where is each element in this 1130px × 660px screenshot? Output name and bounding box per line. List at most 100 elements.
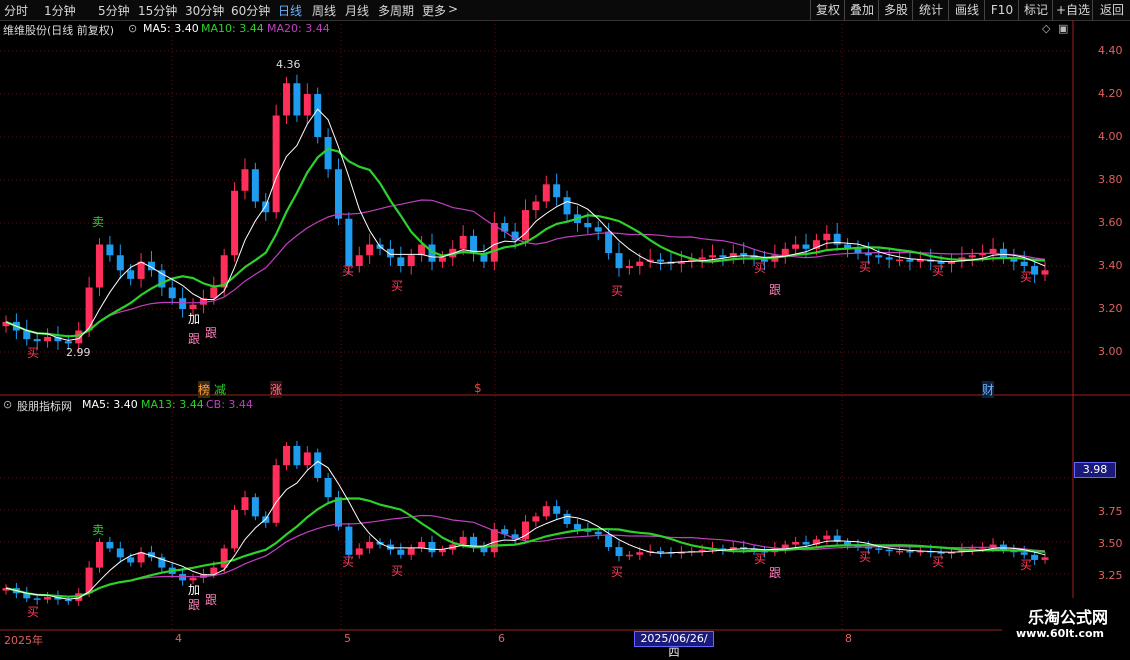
event-jian[interactable]: 减 <box>214 381 226 398</box>
ytick: 4.20 <box>1098 87 1123 100</box>
legend-sub-ma5: MA5: 3.40 <box>82 398 138 411</box>
sub-candle <box>573 524 581 530</box>
main-candle <box>324 137 332 170</box>
chevron-down-icon[interactable]: ⊙ <box>128 22 137 35</box>
signal-buy: 买 <box>859 550 872 564</box>
legend-sub-cb: CB: 3.44 <box>206 398 253 411</box>
main-candle <box>251 169 259 202</box>
sub-candle <box>137 552 145 563</box>
main-candle <box>345 218 353 266</box>
sub-candle <box>324 478 332 498</box>
sub-candle <box>802 542 810 545</box>
ytick: 3.60 <box>1098 216 1123 229</box>
main-candle <box>605 231 613 254</box>
main-candle <box>657 259 665 262</box>
sub-candle <box>615 547 623 557</box>
sub-candle <box>303 452 311 466</box>
main-panel-title: 维维股份(日线 前复权) <box>3 24 115 37</box>
ytick: 3.80 <box>1098 173 1123 186</box>
main-candle <box>563 197 571 215</box>
main-candle <box>355 255 363 266</box>
main-candle <box>802 244 810 249</box>
sub-candle <box>490 529 498 553</box>
ma10-line <box>5 147 1046 338</box>
main-candle <box>875 255 883 258</box>
ytick: 4.40 <box>1098 44 1123 57</box>
main-candle <box>885 257 893 260</box>
sub-candle <box>116 548 124 558</box>
main-candle <box>906 259 914 262</box>
main-candle <box>303 94 311 116</box>
ytick: 3.00 <box>1098 345 1123 358</box>
main-candle <box>293 83 301 116</box>
sub-candle <box>355 548 363 555</box>
event-zhang[interactable]: 涨 <box>270 381 283 398</box>
ytick: 3.50 <box>1098 537 1123 550</box>
main-candle <box>989 248 997 254</box>
signal-add: 加 <box>188 312 201 326</box>
main-candle <box>137 261 145 279</box>
event-dollar[interactable]: $ <box>474 381 482 395</box>
sub-candle <box>844 542 852 545</box>
sub-candle <box>251 497 259 517</box>
low-price-label: 2.99 <box>66 346 91 359</box>
date-label: 8 <box>845 632 852 645</box>
sub-candle <box>1041 557 1049 560</box>
signal-buy: 买 <box>932 555 945 569</box>
event-bang[interactable]: 榜 <box>198 381 211 398</box>
main-candle <box>719 255 727 258</box>
main-candle <box>262 201 270 213</box>
main-candle <box>490 223 498 262</box>
sub-candle <box>542 506 550 517</box>
sub-candle <box>334 497 342 527</box>
signal-buy: 买 <box>342 555 355 569</box>
main-candle <box>594 227 602 232</box>
watermark-title: 乐淘公式网 <box>1028 608 1109 627</box>
main-candle <box>283 83 291 116</box>
main-candle <box>179 298 187 309</box>
main-candle <box>999 248 1007 258</box>
main-candle <box>553 184 561 198</box>
signal-follow: 跟 <box>205 326 218 340</box>
main-candle <box>127 270 135 279</box>
sub-candle <box>906 550 914 553</box>
main-candle <box>542 184 550 202</box>
main-candle <box>896 259 904 262</box>
panel-toggle-icon[interactable]: ▣ <box>1058 22 1068 35</box>
signal-sell: 卖 <box>92 523 105 537</box>
main-candle <box>231 190 239 256</box>
signal-buy: 买 <box>754 552 767 566</box>
main-candle <box>272 115 280 213</box>
watermark-url: www.60lt.com <box>1016 627 1105 640</box>
event-cai[interactable]: 财 <box>982 381 995 398</box>
signal-follow: 跟 <box>188 598 201 612</box>
sub-candle <box>781 544 789 549</box>
sub-candle <box>283 446 291 466</box>
main-candle <box>1031 266 1039 275</box>
signal-buy: 买 <box>27 605 40 619</box>
main-candle <box>968 255 976 258</box>
sub-candle <box>532 516 540 522</box>
main-candle <box>698 257 706 260</box>
diamond-icon[interactable]: ◇ <box>1042 22 1050 35</box>
sub-candle <box>1020 552 1028 555</box>
sub-candle <box>127 557 135 563</box>
main-candle <box>781 248 789 256</box>
sub-candle <box>875 548 883 550</box>
main-candle <box>189 304 197 309</box>
sub-candle <box>397 549 405 555</box>
signal-buy: 买 <box>1020 270 1033 284</box>
main-candle <box>854 248 862 254</box>
crosshair-date: 2025/06/26/四 <box>634 631 714 659</box>
crosshair-value: 3.98 <box>1074 462 1116 478</box>
sub-candle <box>293 446 301 466</box>
sub-candle <box>1031 554 1039 560</box>
kline-chart[interactable] <box>0 0 1130 650</box>
main-candle <box>64 341 72 344</box>
sub-candle <box>563 513 571 525</box>
sub-candle <box>314 452 322 478</box>
signal-follow: 跟 <box>205 593 218 607</box>
sub-candle <box>44 597 52 600</box>
main-candle <box>334 169 342 219</box>
chevron-down-icon[interactable]: ⊙ <box>3 398 12 411</box>
